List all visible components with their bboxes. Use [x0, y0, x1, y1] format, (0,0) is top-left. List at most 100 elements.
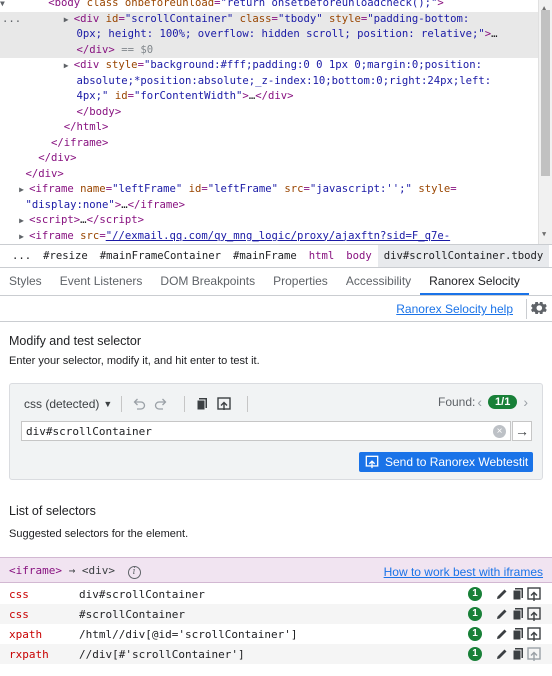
edit-icon[interactable] [494, 646, 510, 662]
send-icon[interactable] [526, 646, 542, 662]
scroll-thumb[interactable] [541, 10, 550, 176]
found-indicator: Found: ‹ 1/1 › [438, 394, 530, 410]
selector-row[interactable]: css #scrollContainer 1 [0, 604, 552, 624]
selector-value[interactable]: div#scrollContainer [79, 588, 205, 601]
expand-triangle-icon[interactable]: ▶ [19, 182, 29, 198]
more-icon[interactable]: ... [2, 12, 21, 28]
selector-type: xpath [9, 628, 43, 641]
list-subtitle: Suggested selectors for the element. [9, 528, 189, 540]
tree-row[interactable]: </body> [0, 105, 552, 121]
found-badge: 1/1 [488, 395, 518, 409]
redo-icon[interactable] [153, 396, 169, 412]
tree-row[interactable]: </html> [0, 120, 552, 136]
divider [247, 396, 249, 412]
tree-row[interactable]: absolute;*position:absolute;_z-index:10;… [0, 74, 552, 90]
breadcrumb-item[interactable]: #resize [37, 245, 94, 267]
send-icon[interactable] [526, 626, 542, 642]
tab-accessibility[interactable]: Accessibility [337, 268, 420, 295]
tab-properties[interactable]: Properties [264, 268, 337, 295]
selector-value[interactable]: /html//div[@id='scrollContainer'] [79, 628, 298, 641]
divider [121, 396, 123, 412]
copy-icon[interactable] [510, 586, 526, 602]
tree-scrollbar[interactable]: ▲ ▼ [538, 0, 552, 244]
scroll-down-icon[interactable]: ▼ [542, 227, 546, 243]
send-icon[interactable] [526, 586, 542, 602]
expand-triangle-icon[interactable]: ▶ [64, 58, 74, 74]
tree-row[interactable]: ▶ <iframe name="leftFrame" id="leftFrame"… [0, 182, 552, 198]
copy-icon[interactable] [510, 646, 526, 662]
copy-icon[interactable] [510, 626, 526, 642]
send-icon[interactable] [216, 396, 232, 412]
tree-row[interactable]: ▼ <body class onbeforeunload="return ons… [0, 0, 552, 12]
modify-subtitle: Enter your selector, modify it, and hit … [9, 355, 260, 367]
breadcrumb-item[interactable]: #mainFrame [227, 245, 303, 267]
tab-ranorex-selocity[interactable]: Ranorex Selocity [420, 268, 529, 295]
selector-input[interactable] [21, 421, 511, 441]
tree-row[interactable]: ▶ <div style="background:#fff;padding:0 0… [0, 58, 552, 74]
chevron-left-icon[interactable]: ‹ [477, 394, 482, 410]
breadcrumb-item-active[interactable]: div#scrollContainer.tbody [377, 245, 550, 267]
help-bar: Ranorex Selocity help [0, 296, 552, 322]
breadcrumb-ellipsis[interactable]: ... [6, 245, 37, 267]
send-icon[interactable] [526, 606, 542, 622]
selector-row[interactable]: rxpath //div[#'scrollContainer'] 1 [0, 644, 552, 664]
clear-icon[interactable]: × [493, 425, 506, 438]
send-button-label: Send to Ranorex Webtestit [385, 455, 529, 469]
expand-triangle-icon[interactable]: ▶ [19, 229, 29, 245]
expand-triangle-icon[interactable]: ▼ [0, 0, 10, 12]
tree-row-selected[interactable]: 0px; height: 100%; overflow: hidden scro… [0, 27, 552, 43]
selector-panel: css (detected) ▼ Found: ‹ 1/1 › × → Send… [9, 383, 543, 480]
tree-row[interactable]: ▶ <iframe src="//exmail.qq.com/qy_mng_log… [0, 229, 552, 245]
tab-dom-breakpoints[interactable]: DOM Breakpoints [151, 268, 264, 295]
tree-row[interactable]: ▶ <script>…</script> [0, 213, 552, 229]
expand-triangle-icon[interactable]: ▶ [19, 213, 29, 229]
arrow-right-icon[interactable]: → [512, 421, 532, 441]
iframe-tag: <iframe> [9, 564, 62, 577]
tree-row[interactable]: </div> [0, 167, 552, 183]
tree-row[interactable]: </div> [0, 151, 552, 167]
modify-title: Modify and test selector [9, 334, 142, 348]
tree-row[interactable]: </iframe> [0, 136, 552, 152]
elements-tree: ▼ <body class onbeforeunload="return ons… [0, 0, 552, 244]
tab-styles[interactable]: Styles [0, 268, 51, 295]
divider [526, 299, 527, 319]
selector-row[interactable]: xpath /html//div[@id='scrollContainer'] … [0, 624, 552, 644]
gear-icon[interactable] [531, 300, 547, 316]
selector-value[interactable]: #scrollContainer [79, 608, 185, 621]
edit-icon[interactable] [494, 586, 510, 602]
edit-icon[interactable] [494, 606, 510, 622]
selector-value[interactable]: //div[#'scrollContainer'] [79, 648, 245, 661]
selocity-help-link[interactable]: Ranorex Selocity help [396, 302, 513, 316]
breadcrumb-item[interactable]: #mainFrameContainer [94, 245, 227, 267]
selector-toolbar: css (detected) ▼ [24, 395, 257, 413]
selector-row[interactable]: css div#scrollContainer 1 [0, 584, 552, 604]
selector-type-dropdown[interactable]: css (detected) [24, 397, 99, 411]
copy-icon[interactable] [510, 606, 526, 622]
match-count-badge: 1 [468, 647, 482, 661]
found-label: Found: [438, 395, 476, 409]
iframes-help-link[interactable]: How to work best with iframes [384, 565, 543, 579]
tree-row[interactable]: "display:none">…</iframe> [0, 198, 552, 214]
send-icon [365, 455, 379, 469]
match-count-badge: 1 [468, 587, 482, 601]
breadcrumb: ... #resize #mainFrameContainer #mainFra… [0, 244, 552, 268]
breadcrumb-item[interactable]: html [303, 245, 341, 267]
copy-icon[interactable] [194, 396, 210, 412]
tree-row-selected[interactable]: ... ▶ <div id="scrollContainer" class="tb… [0, 11, 552, 28]
tree-row[interactable]: 4px;" id="forContentWidth">…</div> [0, 89, 552, 105]
info-icon[interactable]: i [127, 566, 141, 579]
undo-icon[interactable] [131, 396, 147, 412]
iframe-path: <iframe> → <div> i [9, 564, 141, 579]
edit-icon[interactable] [494, 626, 510, 642]
selector-type: css [9, 588, 29, 601]
breadcrumb-item[interactable]: body [340, 245, 378, 267]
chevron-right-icon[interactable]: › [523, 394, 528, 410]
divider [184, 396, 186, 412]
path-arrow: → [68, 564, 76, 577]
tree-row-selected[interactable]: </div> == $0 [0, 42, 552, 58]
tab-event-listeners[interactable]: Event Listeners [51, 268, 152, 295]
chevron-down-icon[interactable]: ▼ [103, 399, 112, 409]
expand-triangle-icon[interactable]: ▶ [64, 12, 74, 28]
send-to-webtestit-button[interactable]: Send to Ranorex Webtestit [359, 452, 533, 472]
div-tag: <div> [81, 564, 115, 577]
